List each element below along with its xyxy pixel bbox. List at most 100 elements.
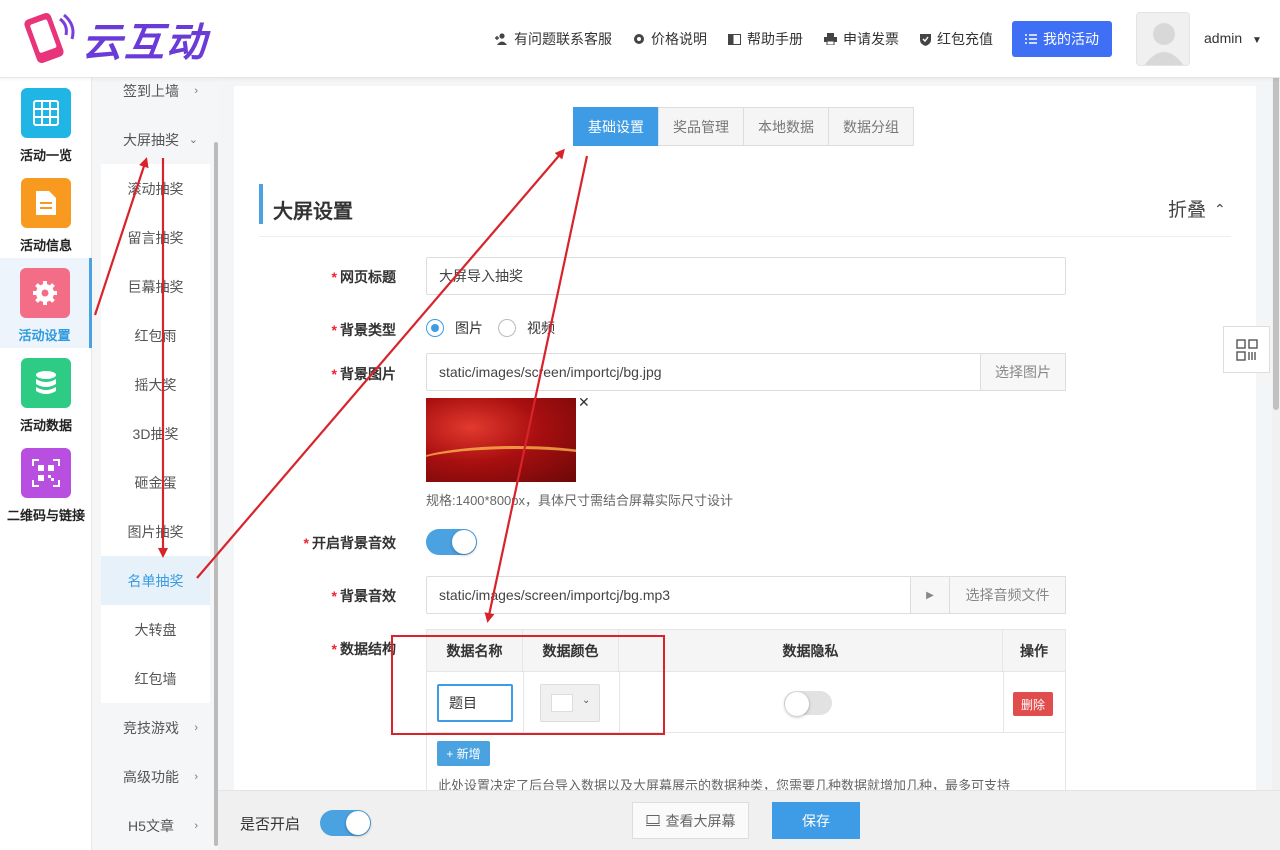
- choose-audio-button[interactable]: 选择音频文件: [949, 576, 1066, 614]
- my-activity-label: 我的活动: [1043, 31, 1099, 47]
- col-divider: [1003, 672, 1004, 732]
- logo-text: 云互动: [82, 21, 208, 65]
- bg-type-image-radio[interactable]: 图片: [426, 318, 483, 338]
- tab-prize-management[interactable]: 奖品管理: [658, 107, 744, 146]
- phone-logo-icon: [24, 13, 75, 63]
- price-link[interactable]: 价格说明: [633, 29, 707, 49]
- chevron-right-icon: ›: [194, 819, 198, 832]
- my-activity-button[interactable]: 我的活动: [1012, 21, 1112, 57]
- chevron-right-icon: ›: [194, 84, 198, 97]
- sub-item-message-lottery[interactable]: 留言抽奖: [101, 213, 210, 262]
- top-bar: 云互动 有问题联系客服 价格说明 帮助手册 申请发票 红包充值 我的活动 adm…: [0, 0, 1280, 78]
- sidebar-item-overview[interactable]: 活动一览: [0, 78, 92, 168]
- avatar[interactable]: [1136, 12, 1190, 66]
- price-label: 价格说明: [651, 31, 707, 47]
- add-row-button[interactable]: + 新增: [437, 741, 490, 766]
- sub-item-wheel[interactable]: 大转盘: [101, 605, 210, 654]
- gear-small-icon: [634, 34, 644, 44]
- sub-item-label: 签到上墙: [123, 82, 179, 99]
- sub-item-giant-screen-lottery[interactable]: 巨幕抽奖: [101, 262, 210, 311]
- fold-label: 折叠: [1168, 200, 1207, 221]
- bg-image-input[interactable]: static/images/screen/importcj/bg.jpg: [426, 353, 982, 391]
- user-plus-icon: [495, 33, 507, 45]
- sub-item-3d-lottery[interactable]: 3D抽奖: [101, 409, 210, 458]
- sidebar-label: 活动信息: [19, 238, 72, 253]
- choose-image-button[interactable]: 选择图片: [980, 353, 1066, 391]
- play-icon: ▶: [926, 589, 934, 601]
- label-text: 背景音效: [340, 588, 396, 604]
- label-text: 背景类型: [340, 322, 396, 338]
- label-text: 背景图片: [340, 366, 396, 382]
- left-sidebar: 活动一览 活动信息 活动设置 活动数据 二维码与链接: [0, 78, 92, 850]
- sidebar-item-settings[interactable]: 活动设置: [0, 258, 92, 348]
- user-menu[interactable]: admin ▼: [1204, 30, 1262, 46]
- user-name: admin: [1204, 30, 1243, 46]
- bg-type-video-radio[interactable]: 视频: [498, 318, 555, 338]
- sidebar-item-data[interactable]: 活动数据: [0, 348, 92, 438]
- sub-item-image-lottery[interactable]: 图片抽奖: [101, 507, 210, 556]
- chevron-right-icon: ›: [194, 721, 198, 734]
- sidebar-label: 活动设置: [18, 328, 71, 343]
- radio-unchecked-icon: [498, 319, 516, 337]
- sub-item-shake-prize[interactable]: 摇大奖: [101, 360, 210, 409]
- tab-basic-settings[interactable]: 基础设置: [573, 107, 659, 146]
- support-link[interactable]: 有问题联系客服: [495, 29, 612, 49]
- view-screen-label: 查看大屏幕: [665, 812, 736, 829]
- logo[interactable]: 云互动: [20, 10, 208, 68]
- bg-type-label: * 背景类型: [331, 322, 396, 338]
- sub-sidebar: 签到上墙 › 大屏抽奖 ⌄ 滚动抽奖 留言抽奖 巨幕抽奖 红包雨 摇大奖 3D抽奖 …: [92, 78, 218, 850]
- recharge-link[interactable]: 红包充值: [920, 29, 993, 49]
- sub-item-advanced[interactable]: 高级功能 ›: [92, 752, 210, 801]
- sub-item-label: 3D抽奖: [132, 425, 179, 442]
- chevron-up-double-icon: ⌃: [1214, 201, 1226, 217]
- help-link[interactable]: 帮助手册: [728, 29, 803, 49]
- invoice-link[interactable]: 申请发票: [824, 29, 899, 49]
- caret-down-icon: ▼: [1252, 35, 1262, 46]
- page-scrollbar[interactable]: [1272, 30, 1280, 850]
- sub-item-list-lottery[interactable]: 名单抽奖: [101, 556, 210, 605]
- sub-item-red-packet-rain[interactable]: 红包雨: [101, 311, 210, 360]
- delete-row-button[interactable]: 删除: [1013, 692, 1053, 716]
- sidebar-item-info[interactable]: 活动信息: [0, 168, 92, 258]
- bg-music-switch[interactable]: [426, 529, 477, 555]
- qrcode-small-icon: [1235, 338, 1258, 361]
- chevron-right-icon: ›: [194, 770, 198, 783]
- sub-item-games[interactable]: 竞技游戏 ›: [92, 703, 210, 752]
- main-panel: 基础设置 奖品管理 本地数据 数据分组 大屏设置 折叠 ⌃ * 网页标题 大屏导入抽…: [234, 86, 1256, 850]
- sidebar-item-qrcode[interactable]: 二维码与链接: [0, 438, 92, 528]
- page-title-input[interactable]: 大屏导入抽奖: [426, 257, 1066, 295]
- support-label: 有问题联系客服: [514, 31, 612, 47]
- sub-item-golden-egg[interactable]: 砸金蛋: [101, 458, 210, 507]
- sub-item-label: 图片抽奖: [127, 523, 184, 540]
- tab-data-groups[interactable]: 数据分组: [828, 107, 914, 146]
- sidebar-scrollbar[interactable]: [214, 142, 218, 846]
- sub-item-scroll-lottery[interactable]: 滚动抽奖: [101, 164, 210, 213]
- sub-item-big-screen-lottery[interactable]: 大屏抽奖 ⌄: [92, 115, 210, 164]
- radio-label: 视频: [527, 320, 555, 336]
- floating-qrcode-button[interactable]: [1223, 326, 1270, 373]
- enable-label: 是否开启: [240, 816, 301, 833]
- section-divider: [259, 236, 1231, 237]
- sidebar-label: 二维码与链接: [6, 508, 85, 523]
- sub-item-label: 竞技游戏: [123, 719, 179, 736]
- sub-item-h5-article[interactable]: H5文章 ›: [92, 801, 210, 850]
- remove-image-icon[interactable]: ✕: [578, 394, 590, 411]
- tab-local-data[interactable]: 本地数据: [743, 107, 829, 146]
- sidebar-label: 活动一览: [19, 148, 72, 163]
- bg-music-switch-label: * 开启背景音效: [303, 535, 396, 551]
- view-screen-button[interactable]: 查看大屏幕: [632, 802, 749, 839]
- sub-item-label: 红包雨: [134, 327, 177, 344]
- page-title-label: * 网页标题: [331, 269, 396, 285]
- fold-toggle[interactable]: 折叠 ⌃: [1168, 195, 1226, 222]
- gear-icon: [19, 268, 70, 318]
- section-title: 大屏设置: [273, 201, 353, 223]
- bg-music-input[interactable]: static/images/screen/importcj/bg.mp3: [426, 576, 912, 614]
- data-privacy-switch[interactable]: [784, 691, 832, 716]
- sub-item-red-packet-wall[interactable]: 红包墙: [101, 654, 210, 703]
- sidebar-label: 活动数据: [19, 418, 72, 433]
- save-button[interactable]: 保存: [772, 802, 860, 839]
- scroll-thumb[interactable]: [1273, 30, 1279, 410]
- play-button[interactable]: ▶: [910, 576, 950, 614]
- annotation-highlight-box: [391, 635, 665, 735]
- enable-switch[interactable]: [320, 810, 371, 836]
